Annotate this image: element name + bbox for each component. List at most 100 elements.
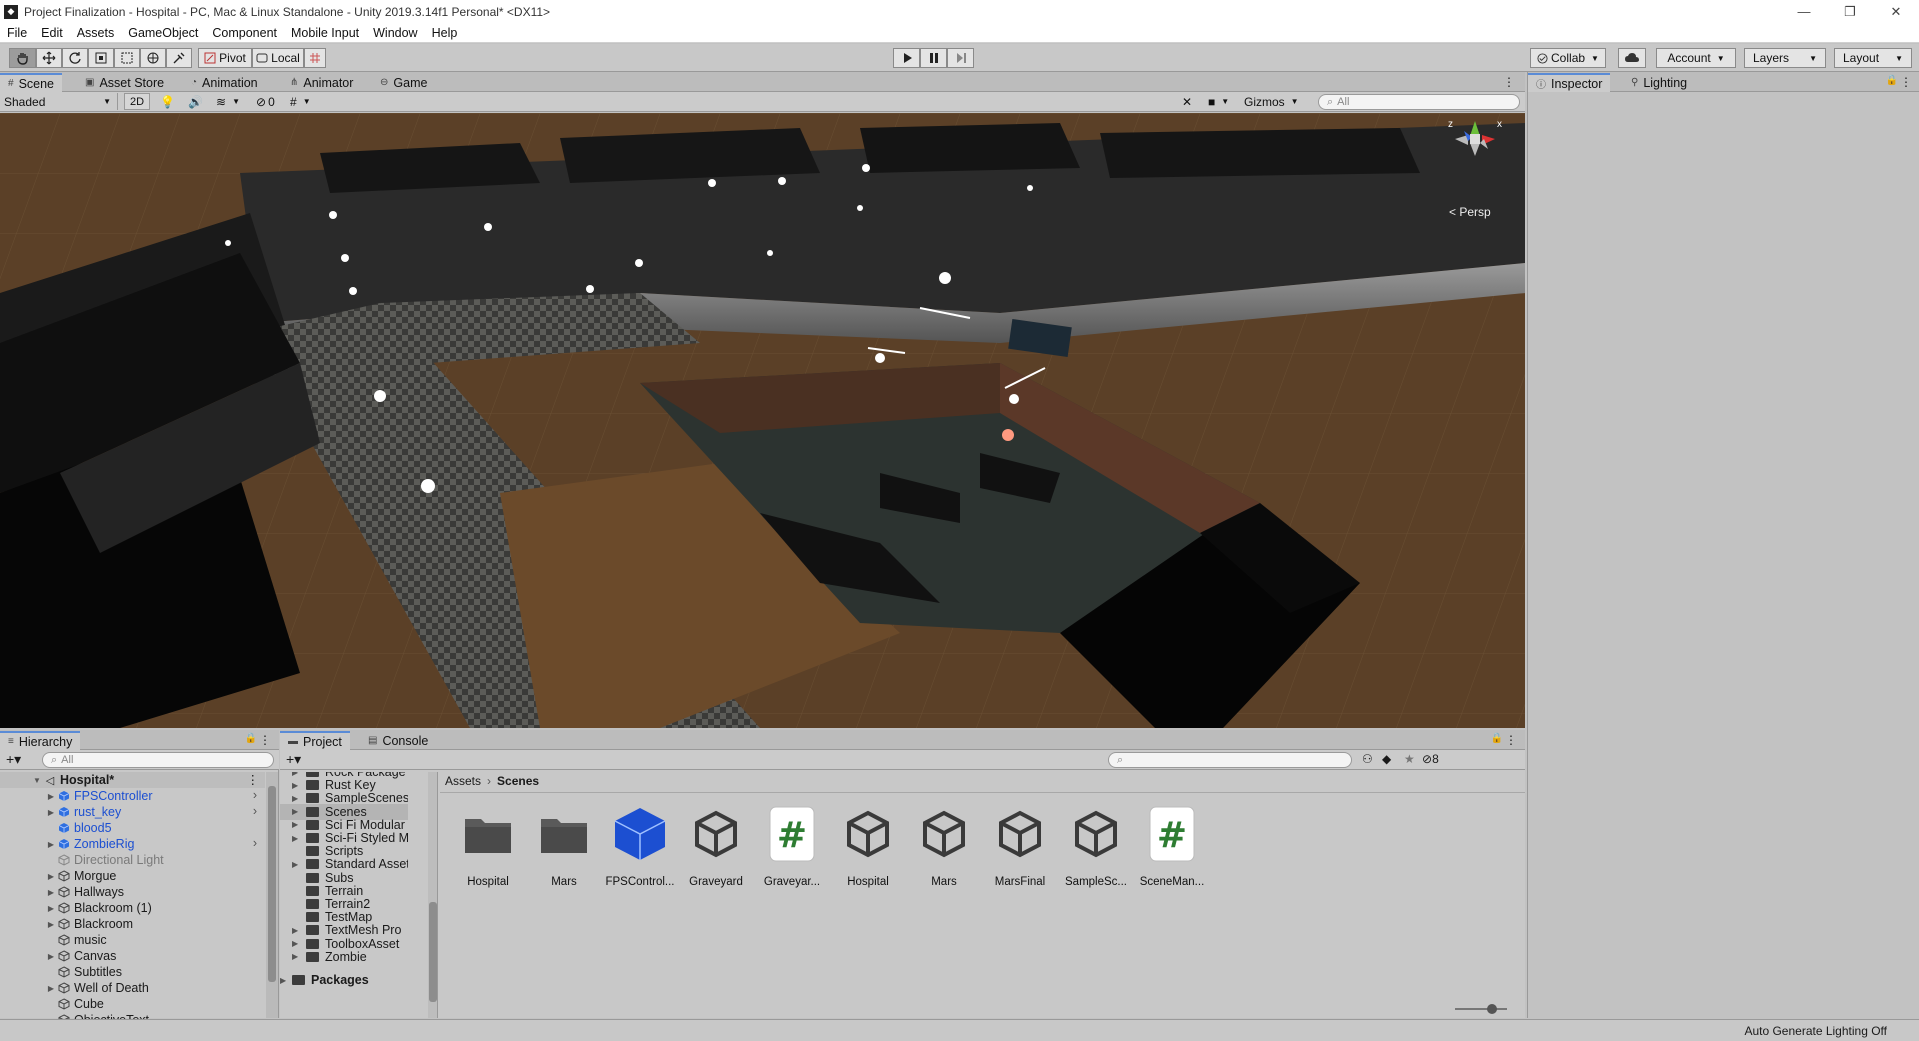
asset-item[interactable]: MarsFinal bbox=[983, 806, 1057, 888]
expand-arrow-icon[interactable]: ▶ bbox=[292, 794, 302, 803]
expand-arrow-icon[interactable]: ▶ bbox=[292, 807, 302, 816]
shading-mode-dropdown[interactable]: Shaded ▼ bbox=[4, 93, 118, 110]
hierarchy-item[interactable]: Cube bbox=[0, 996, 265, 1012]
expand-arrow-icon[interactable]: ▶ bbox=[46, 840, 56, 849]
lock-icon[interactable]: 🔒 bbox=[1491, 733, 1503, 744]
scene-viewport[interactable]: y x z 🔒 < Persp bbox=[0, 113, 1525, 728]
asset-item[interactable]: SampleSc... bbox=[1059, 806, 1133, 888]
custom-tool-button[interactable] bbox=[166, 48, 192, 68]
panel-menu-icon[interactable]: ⋮ bbox=[259, 733, 271, 747]
layout-dropdown[interactable]: Layout ▼ bbox=[1834, 48, 1912, 68]
slider-thumb[interactable] bbox=[1487, 1004, 1497, 1014]
menu-file[interactable]: File bbox=[0, 26, 34, 40]
prefab-open-chevron-icon[interactable]: › bbox=[253, 788, 257, 802]
expand-arrow-icon[interactable]: ▶ bbox=[292, 926, 302, 935]
expand-arrow-icon[interactable]: ▶ bbox=[46, 808, 56, 817]
folder-tree-vscrollbar[interactable] bbox=[428, 772, 438, 1018]
tab-asset-store[interactable]: ▣ Asset Store bbox=[77, 73, 172, 92]
folder-packages[interactable]: ▶ Packages bbox=[280, 972, 408, 988]
breadcrumb-assets[interactable]: Assets bbox=[445, 774, 481, 788]
expand-arrow-icon[interactable]: ▶ bbox=[46, 872, 56, 881]
hierarchy-item[interactable]: ▶ rust_key › bbox=[0, 804, 265, 820]
tab-menu-icon[interactable]: ⋮ bbox=[1503, 75, 1515, 89]
lock-icon[interactable]: 🔒 bbox=[1886, 75, 1898, 86]
effects-dropdown[interactable]: ≋ ▼ bbox=[216, 93, 240, 110]
scene-search-input[interactable]: ⌕ All bbox=[1318, 94, 1520, 110]
hidden-packages-toggle[interactable]: ⊘8 bbox=[1422, 752, 1439, 766]
projection-label[interactable]: < Persp bbox=[1449, 205, 1491, 219]
expand-arrow-icon[interactable]: ▶ bbox=[292, 834, 302, 843]
hierarchy-item[interactable]: music bbox=[0, 932, 265, 948]
cloud-button[interactable] bbox=[1618, 48, 1646, 68]
menu-mobile-input[interactable]: Mobile Input bbox=[284, 26, 366, 40]
hierarchy-item[interactable]: Directional Light bbox=[0, 852, 265, 868]
hierarchy-search-input[interactable]: ⌕ All bbox=[42, 752, 274, 768]
expand-arrow-icon[interactable]: ▶ bbox=[292, 820, 302, 829]
hierarchy-item[interactable]: ▶ Morgue bbox=[0, 868, 265, 884]
hierarchy-item[interactable]: blood5 bbox=[0, 820, 265, 836]
scene-root-row[interactable]: ▼ ◁ Hospital* ⋮ bbox=[0, 772, 265, 788]
tab-animator[interactable]: ⋔ Animator bbox=[282, 73, 361, 92]
hierarchy-item[interactable]: ▶ Canvas bbox=[0, 948, 265, 964]
minimize-button[interactable]: — bbox=[1781, 0, 1827, 23]
pivot-toggle[interactable]: Pivot bbox=[198, 48, 252, 68]
scene-menu-icon[interactable]: ⋮ bbox=[247, 772, 260, 787]
menu-gameobject[interactable]: GameObject bbox=[121, 26, 205, 40]
project-search-input[interactable]: ⌕ bbox=[1108, 752, 1352, 768]
panel-menu-icon[interactable]: ⋮ bbox=[1505, 733, 1517, 747]
lighting-status[interactable]: Auto Generate Lighting Off bbox=[1744, 1024, 1887, 1038]
asset-item[interactable]: Hospital bbox=[451, 806, 525, 888]
create-dropdown[interactable]: +▾ bbox=[6, 751, 21, 768]
tools-button[interactable]: ✕ bbox=[1182, 93, 1192, 110]
gizmos-dropdown[interactable]: Gizmos ▼ bbox=[1244, 93, 1299, 110]
menu-help[interactable]: Help bbox=[425, 26, 465, 40]
play-button[interactable] bbox=[893, 48, 920, 68]
hierarchy-item[interactable]: ▶ ZombieRig › bbox=[0, 836, 265, 852]
asset-item[interactable]: Hospital bbox=[831, 806, 905, 888]
asset-item[interactable]: Graveyard bbox=[679, 806, 753, 888]
breadcrumb-scenes[interactable]: Scenes bbox=[497, 774, 539, 788]
hidden-objects-toggle[interactable]: ⊘ 0 bbox=[256, 93, 275, 110]
expand-arrow-icon[interactable]: ▶ bbox=[46, 888, 56, 897]
hierarchy-item[interactable]: ▶ Hallways bbox=[0, 884, 265, 900]
panel-menu-icon[interactable]: ⋮ bbox=[1900, 75, 1912, 89]
hand-tool-button[interactable] bbox=[9, 48, 36, 68]
close-button[interactable]: ✕ bbox=[1873, 0, 1919, 23]
grid-snap-button[interactable] bbox=[304, 48, 326, 68]
expand-arrow-icon[interactable]: ▼ bbox=[32, 776, 42, 785]
step-button[interactable] bbox=[947, 48, 974, 68]
menu-component[interactable]: Component bbox=[205, 26, 284, 40]
filter-type-icon[interactable]: ⚇ bbox=[1362, 752, 1373, 766]
scroll-thumb[interactable] bbox=[268, 786, 276, 982]
hierarchy-item[interactable]: Subtitles bbox=[0, 964, 265, 980]
expand-arrow-icon[interactable]: ▶ bbox=[292, 952, 302, 961]
tab-animation[interactable]: ◔ Animation bbox=[183, 73, 266, 92]
lighting-toggle[interactable]: 💡 bbox=[160, 93, 175, 110]
lock-icon[interactable]: 🔒 bbox=[245, 733, 257, 744]
scale-tool-button[interactable] bbox=[88, 48, 114, 68]
menu-edit[interactable]: Edit bbox=[34, 26, 70, 40]
camera-dropdown[interactable]: ■ ▼ bbox=[1208, 93, 1229, 110]
collab-dropdown[interactable]: Collab ▼ bbox=[1530, 48, 1606, 68]
local-toggle[interactable]: Local bbox=[252, 48, 304, 68]
expand-arrow-icon[interactable]: ▶ bbox=[46, 920, 56, 929]
expand-arrow-icon[interactable]: ▶ bbox=[292, 860, 302, 869]
hierarchy-scrollbar[interactable] bbox=[266, 772, 278, 1018]
rect-tool-button[interactable] bbox=[114, 48, 140, 68]
gizmo-lock-icon[interactable]: 🔒 bbox=[1504, 113, 1515, 114]
asset-item[interactable]: # SceneMan... bbox=[1135, 806, 1209, 888]
asset-item[interactable]: Mars bbox=[907, 806, 981, 888]
filter-label-icon[interactable]: ◆ bbox=[1382, 752, 1391, 766]
prefab-open-chevron-icon[interactable]: › bbox=[253, 804, 257, 818]
pause-button[interactable] bbox=[920, 48, 947, 68]
tab-lighting[interactable]: ⚲ Lighting bbox=[1623, 73, 1695, 92]
menu-window[interactable]: Window bbox=[366, 26, 424, 40]
hierarchy-item[interactable]: ▶ Well of Death bbox=[0, 980, 265, 996]
hierarchy-item[interactable]: ▶ Blackroom bbox=[0, 916, 265, 932]
menu-assets[interactable]: Assets bbox=[70, 26, 122, 40]
asset-item[interactable]: FPSControl... bbox=[603, 806, 677, 888]
expand-arrow-icon[interactable]: ▶ bbox=[46, 792, 56, 801]
restore-button[interactable]: ❐ bbox=[1827, 0, 1873, 23]
tab-scene[interactable]: # Scene bbox=[0, 73, 63, 92]
tab-project[interactable]: ▬ Project bbox=[280, 731, 350, 750]
